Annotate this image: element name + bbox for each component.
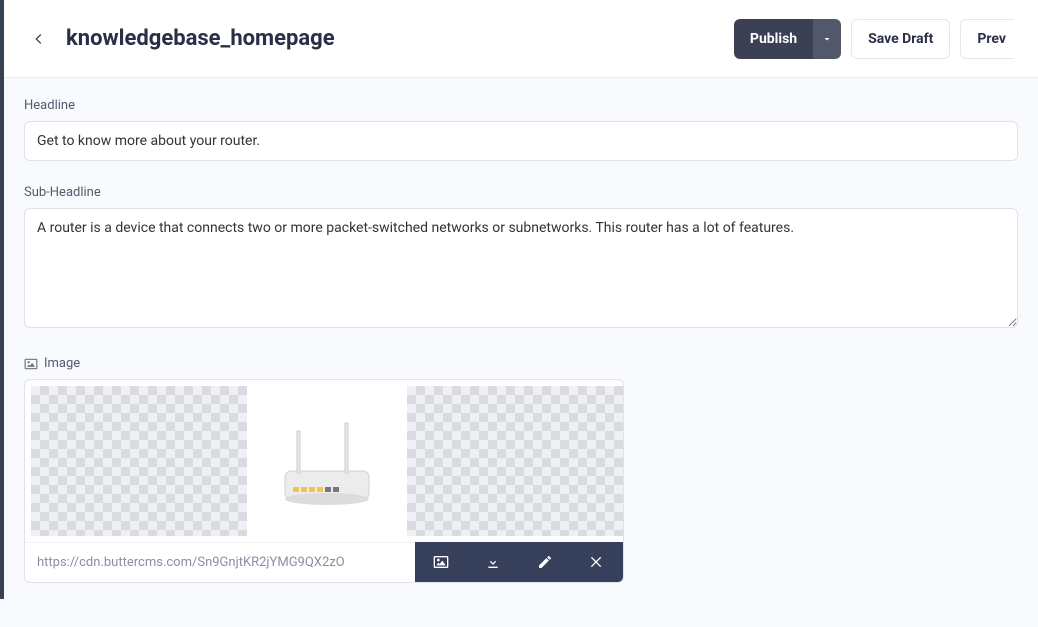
image-icon [24,357,38,371]
subheadline-field-block: Sub-Headline [24,185,1018,332]
subheadline-textarea[interactable] [24,208,1018,328]
image-remove-button[interactable] [571,542,623,582]
image-download-button[interactable] [467,542,519,582]
caret-down-icon [821,33,833,45]
close-icon [589,554,605,570]
back-button[interactable] [26,26,52,52]
left-accent-stripe [0,0,4,599]
image-replace-button[interactable] [415,542,467,582]
picture-icon [433,554,449,570]
publish-label: Publish [734,19,813,59]
image-card: https://cdn.buttercms.com/Sn9GnjtKR2jYMG… [24,379,624,583]
image-transparent-left [31,386,247,536]
save-draft-button[interactable]: Save Draft [851,19,950,59]
image-actions [415,542,623,582]
preview-button[interactable]: Prev [960,19,1014,59]
image-router-thumb[interactable] [251,386,403,536]
publish-button[interactable]: Publish [734,19,841,59]
image-field-block: Image [24,356,1018,583]
image-footer: https://cdn.buttercms.com/Sn9GnjtKR2jYMG… [25,542,623,582]
image-edit-button[interactable] [519,542,571,582]
page-title: knowledgebase_homepage [66,26,335,51]
subheadline-label: Sub-Headline [24,185,1018,200]
content-area: Headline Sub-Headline Image [4,78,1038,627]
publish-dropdown-toggle[interactable] [813,19,841,59]
headline-label: Headline [24,98,1018,113]
chevron-left-icon [31,31,47,47]
image-transparent-right [407,386,623,536]
top-actions: Publish Save Draft Prev [734,19,1014,59]
image-thumb-strip [25,380,623,542]
headline-field-block: Headline [24,98,1018,161]
router-icon [267,401,387,521]
top-bar: knowledgebase_homepage Publish Save Draf… [4,0,1038,78]
image-url-text: https://cdn.buttercms.com/Sn9GnjtKR2jYMG… [25,542,415,582]
download-icon [485,554,501,570]
image-label-text: Image [44,356,80,371]
headline-input[interactable] [24,121,1018,161]
edit-icon [537,554,553,570]
image-label: Image [24,356,1018,371]
